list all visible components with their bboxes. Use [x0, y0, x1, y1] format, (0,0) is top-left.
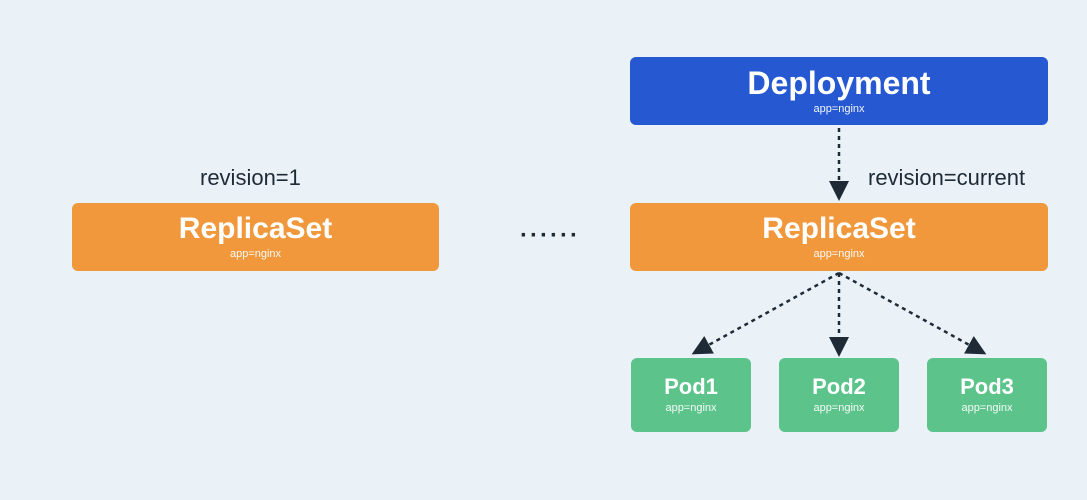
pod-1-sub: app=nginx: [665, 402, 716, 414]
deployment-sub: app=nginx: [813, 103, 864, 115]
pod-2-sub: app=nginx: [813, 402, 864, 414]
pod-3-title: Pod3: [960, 376, 1014, 398]
pod-1-box: Pod1 app=nginx: [631, 358, 751, 432]
replicaset-right-title: ReplicaSet: [762, 214, 915, 244]
deployment-title: Deployment: [747, 67, 930, 99]
pod-2-title: Pod2: [812, 376, 866, 398]
arrow-replicaset-to-pod3: [839, 273, 982, 352]
pod-1-title: Pod1: [664, 376, 718, 398]
replicaset-left-box: ReplicaSet app=nginx: [72, 203, 439, 271]
pod-3-sub: app=nginx: [961, 402, 1012, 414]
pod-3-box: Pod3 app=nginx: [927, 358, 1047, 432]
revision-label-right: revision=current: [868, 165, 1025, 191]
pod-2-box: Pod2 app=nginx: [779, 358, 899, 432]
replicaset-right-box: ReplicaSet app=nginx: [630, 203, 1048, 271]
ellipsis-dots: ······: [520, 222, 580, 250]
replicaset-left-title: ReplicaSet: [179, 214, 332, 244]
arrow-replicaset-to-pod1: [696, 273, 839, 352]
replicaset-left-sub: app=nginx: [230, 248, 281, 260]
replicaset-right-sub: app=nginx: [813, 248, 864, 260]
revision-label-left: revision=1: [200, 165, 301, 191]
deployment-box: Deployment app=nginx: [630, 57, 1048, 125]
